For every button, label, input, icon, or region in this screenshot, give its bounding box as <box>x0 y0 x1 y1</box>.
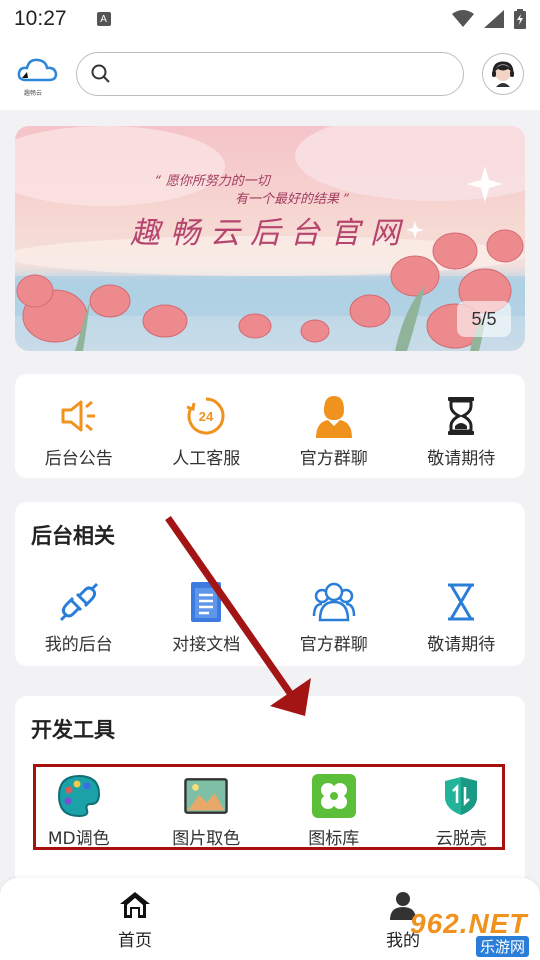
backend-item-official-group[interactable]: 官方群聊 <box>270 580 398 655</box>
quick-action-customer-service[interactable]: 24 人工客服 <box>143 394 271 469</box>
app-logo[interactable]: 趣畅云 <box>16 54 60 97</box>
document-icon <box>191 582 222 622</box>
section-title: 后台相关 <box>31 524 115 548</box>
promo-banner[interactable]: “ 愿你所努力的一切 有一个最好的结果 ” 趣畅云后台官网 5/5 <box>15 126 525 351</box>
backend-item-label: 对接文档 <box>172 635 241 655</box>
status-bar: 10:27 A <box>0 0 540 38</box>
highlight-box <box>33 764 505 850</box>
backend-item-label: 敬请期待 <box>427 635 496 655</box>
notification-icon: A <box>96 12 111 26</box>
home-icon <box>120 892 150 918</box>
backend-section-card: 后台相关 我的后台 对接文档 官方群聊 敬请期待 <box>15 502 525 666</box>
24h-clock-icon: 24 <box>186 397 225 435</box>
backend-item-label: 官方群聊 <box>299 635 368 655</box>
banner-page-counter: 5/5 <box>457 301 511 337</box>
search-input[interactable] <box>119 64 463 84</box>
status-time: 10:27 <box>14 7 67 30</box>
quick-action-label: 敬请期待 <box>427 449 496 469</box>
section-title: 开发工具 <box>31 718 115 742</box>
quick-action-label: 人工客服 <box>172 449 241 469</box>
quick-actions-card: 后台公告 24 人工客服 官方群聊 敬请期待 <box>15 374 525 478</box>
plug-icon <box>59 582 98 622</box>
banner-title: 趣畅云后台官网 <box>130 216 410 251</box>
nav-home-label: 首页 <box>118 931 152 951</box>
headset-avatar-icon <box>492 61 514 87</box>
watermark-subtext: 乐游网 <box>476 936 530 957</box>
backend-item-label: 我的后台 <box>44 635 113 655</box>
group-icon <box>312 582 355 622</box>
wifi-icon <box>452 10 474 27</box>
quick-action-official-group[interactable]: 官方群聊 <box>270 394 398 469</box>
quick-action-label: 官方群聊 <box>299 449 368 469</box>
banner-quote-line2: 有一个最好的结果 ” <box>235 192 350 207</box>
hourglass-icon <box>448 397 475 435</box>
search-bar[interactable] <box>76 52 464 96</box>
svg-text:24: 24 <box>199 409 214 424</box>
person-icon <box>315 396 352 438</box>
backend-item-my-backend[interactable]: 我的后台 <box>15 580 143 655</box>
quick-action-coming-soon[interactable]: 敬请期待 <box>398 394 526 469</box>
customer-service-avatar[interactable] <box>482 53 524 95</box>
logo-caption: 趣畅云 <box>24 90 43 97</box>
site-watermark: 962.NET 乐游网 <box>400 908 534 957</box>
nav-home[interactable]: 首页 <box>100 890 170 951</box>
quick-action-label: 后台公告 <box>44 449 113 469</box>
hourglass-outline-icon <box>448 583 475 621</box>
backend-item-docs[interactable]: 对接文档 <box>143 580 271 655</box>
backend-item-coming-soon[interactable]: 敬请期待 <box>398 580 526 655</box>
speaker-icon <box>61 400 95 432</box>
battery-icon <box>514 9 526 29</box>
app-header: 趣畅云 <box>0 38 540 110</box>
signal-icon <box>484 10 504 28</box>
quick-action-announcement[interactable]: 后台公告 <box>15 394 143 469</box>
search-icon <box>91 64 110 83</box>
banner-quote-line1: “ 愿你所努力的一切 <box>155 174 270 189</box>
